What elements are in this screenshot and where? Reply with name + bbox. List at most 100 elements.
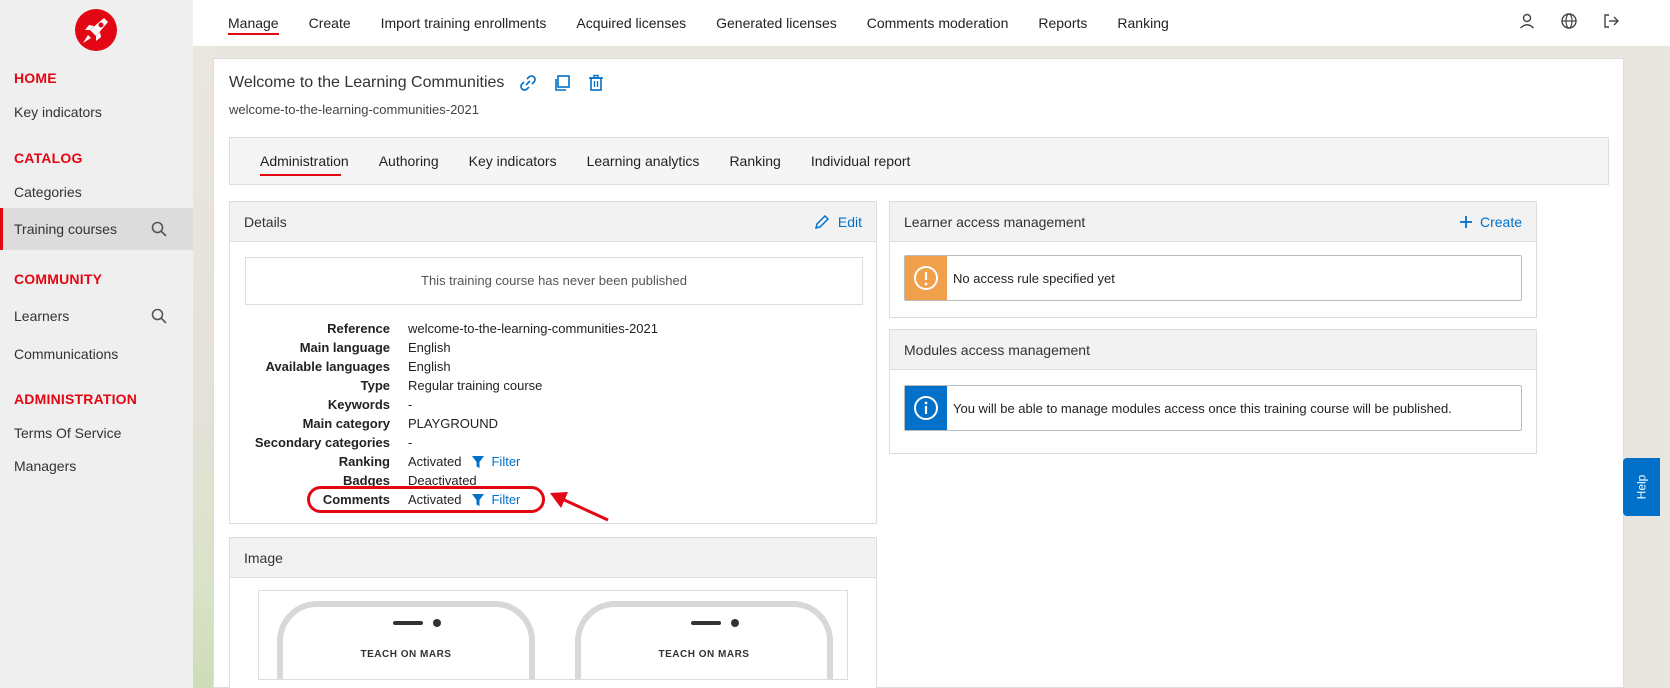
alert-text: No access rule specified yet: [953, 270, 1115, 286]
topnav-generated-licenses[interactable]: Generated licenses: [716, 0, 837, 46]
detail-row-type: Type Regular training course: [230, 376, 875, 395]
detail-value: Regular training course: [408, 378, 543, 393]
sidebar-item-managers[interactable]: Managers: [0, 445, 193, 487]
tab-learning-analytics[interactable]: Learning analytics: [587, 138, 700, 184]
filter-label: Filter: [491, 454, 521, 469]
main-panel: Welcome to the Learning Communities welc…: [213, 58, 1624, 688]
sidebar-item-learners[interactable]: Learners: [0, 295, 193, 337]
no-access-rule-alert: No access rule specified yet: [904, 255, 1522, 301]
sidebar-item-categories[interactable]: Categories: [0, 171, 193, 213]
details-header: Details Edit: [230, 202, 876, 242]
topnav-manage[interactable]: Manage: [228, 0, 279, 46]
detail-row-ranking: Ranking Activated Filter: [230, 452, 875, 471]
detail-value: PLAYGROUND: [408, 416, 499, 431]
phone-mockup: TEACH ON MARS: [277, 601, 535, 679]
details-title: Details: [244, 214, 287, 230]
tab-authoring[interactable]: Authoring: [379, 138, 439, 184]
topnav-acquired-licenses[interactable]: Acquired licenses: [576, 0, 686, 46]
image-card: Image TEACH ON MARS TEACH ON MARS: [229, 537, 877, 688]
create-rule-button[interactable]: Create: [1459, 202, 1522, 242]
detail-label: Reference: [327, 321, 390, 336]
unpublished-notice: This training course has never been publ…: [245, 257, 863, 305]
details-card: Details Edit This training course has ne…: [229, 201, 877, 524]
image-header: Image: [230, 538, 876, 578]
detail-row-main-language: Main language English: [230, 338, 875, 357]
alert-text: You will be able to manage modules acces…: [953, 400, 1452, 416]
phone-camera: [433, 619, 441, 627]
modules-access-card: Modules access management You will be ab…: [889, 329, 1537, 454]
sidebar-section-community: COMMUNITY: [14, 271, 103, 287]
link-icon[interactable]: [518, 73, 538, 93]
tab-key-indicators[interactable]: Key indicators: [469, 138, 557, 184]
topnav-ranking[interactable]: Ranking: [1117, 0, 1168, 46]
top-navigation-bar: Manage Create Import training enrollment…: [193, 0, 1670, 46]
sidebar-section-administration: ADMINISTRATION: [14, 391, 138, 407]
topnav-reports[interactable]: Reports: [1038, 0, 1087, 46]
comments-highlight-annotation: [307, 486, 545, 513]
detail-label: Main category: [302, 416, 390, 431]
tab-ranking[interactable]: Ranking: [729, 138, 780, 184]
sidebar-section-catalog: CATALOG: [14, 150, 83, 166]
top-nav: Manage Create Import training enrollment…: [228, 0, 1169, 46]
learner-access-header: Learner access management Create: [890, 202, 1536, 242]
sidebar-item-label: Training courses: [14, 221, 117, 237]
detail-value: welcome-to-the-learning-communities-2021: [408, 321, 658, 336]
detail-value: -: [408, 435, 413, 450]
details-list: Reference welcome-to-the-learning-commun…: [230, 319, 875, 509]
sidebar-item-label: Learners: [14, 308, 70, 324]
plus-icon: [1459, 216, 1472, 228]
sidebar: HOME Key indicators CATALOG Categories T…: [0, 0, 193, 688]
sidebar-section-home: HOME: [14, 70, 57, 86]
topnav-comments-moderation[interactable]: Comments moderation: [867, 0, 1009, 46]
duplicate-icon[interactable]: [552, 73, 572, 93]
search-icon[interactable]: [151, 308, 167, 324]
learner-access-title: Learner access management: [904, 214, 1086, 230]
search-icon[interactable]: [151, 221, 167, 237]
detail-value: Activated Filter: [408, 452, 520, 471]
detail-label: Secondary categories: [254, 435, 390, 450]
modules-access-header: Modules access management: [890, 330, 1536, 370]
help-label: Help: [1634, 474, 1649, 500]
detail-row-available-languages: Available languages English: [230, 357, 875, 376]
phone-notch: [393, 621, 423, 625]
help-button[interactable]: Help: [1623, 458, 1660, 516]
detail-label: Type: [360, 378, 390, 393]
topnav-import-training-enrollments[interactable]: Import training enrollments: [381, 0, 547, 46]
logout-icon[interactable]: [1602, 12, 1620, 30]
detail-label: Available languages: [265, 359, 390, 374]
detail-label: Main language: [299, 340, 390, 355]
globe-icon[interactable]: [1560, 12, 1578, 30]
sidebar-item-communications[interactable]: Communications: [0, 333, 193, 375]
modules-access-alert: You will be able to manage modules acces…: [904, 385, 1522, 431]
detail-row-keywords: Keywords -: [230, 395, 875, 414]
title-row: Welcome to the Learning Communities: [229, 73, 606, 93]
topnav-create[interactable]: Create: [309, 0, 351, 46]
phone-notch: [691, 621, 721, 625]
phone-brand-text: TEACH ON MARS: [658, 649, 750, 660]
edit-label: Edit: [837, 214, 862, 230]
phone-mockup: TEACH ON MARS: [575, 601, 833, 679]
top-icons: [1518, 12, 1620, 30]
user-icon[interactable]: [1518, 12, 1536, 30]
sidebar-item-training-courses[interactable]: Training courses: [0, 208, 193, 250]
trash-icon[interactable]: [586, 73, 606, 93]
rocket-logo-icon[interactable]: [74, 8, 118, 52]
tab-administration[interactable]: Administration: [260, 138, 349, 184]
course-slug: welcome-to-the-learning-communities-2021: [229, 102, 479, 117]
detail-row-main-category: Main category PLAYGROUND: [230, 414, 875, 433]
detail-value: English: [408, 340, 451, 355]
detail-row-secondary-categories: Secondary categories -: [230, 433, 875, 452]
detail-row-reference: Reference welcome-to-the-learning-commun…: [230, 319, 875, 338]
ranking-filter-link[interactable]: Filter: [471, 452, 520, 471]
detail-label: Keywords: [327, 397, 390, 412]
detail-value: English: [408, 359, 451, 374]
course-image-preview[interactable]: TEACH ON MARS TEACH ON MARS: [258, 590, 848, 680]
sidebar-item-key-indicators[interactable]: Key indicators: [0, 91, 193, 133]
learner-access-card: Learner access management Create No acce…: [889, 201, 1537, 318]
edit-button[interactable]: Edit: [814, 202, 862, 242]
pencil-icon: [814, 214, 829, 230]
phone-camera: [731, 619, 739, 627]
detail-value: -: [408, 397, 413, 412]
ranking-status: Activated: [408, 454, 462, 469]
tab-individual-report[interactable]: Individual report: [811, 138, 911, 184]
